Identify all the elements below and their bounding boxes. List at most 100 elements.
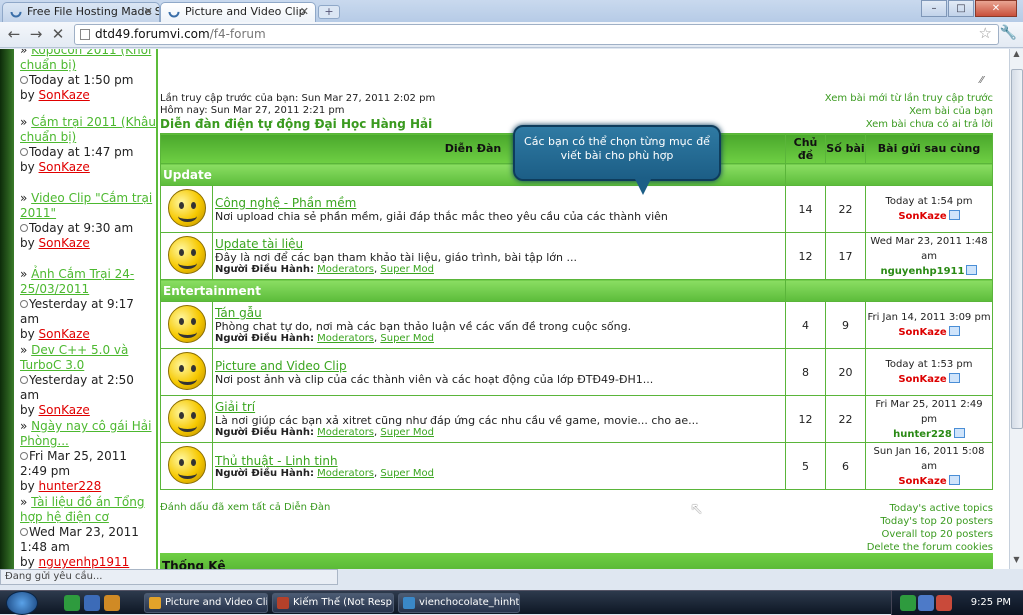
go-to-post-icon[interactable] xyxy=(948,326,960,336)
scroll-down-icon[interactable]: ▼ xyxy=(1010,555,1023,569)
header-topics: Chủ đề xyxy=(785,133,826,164)
recent-post-title[interactable]: » Video Clip "Cắm trại 2011" xyxy=(20,191,156,221)
forum-link[interactable]: Update tài liệu xyxy=(215,237,783,251)
minimize-button[interactable]: – xyxy=(921,0,947,17)
recent-post-title[interactable]: » Dev C++ 5.0 và TurboC 3.0 xyxy=(20,343,156,373)
go-to-post-icon[interactable] xyxy=(948,474,960,485)
author-link[interactable]: SonKaze xyxy=(39,88,90,102)
link-new-posts[interactable]: Xem bài mới từ lần truy cập trước xyxy=(825,93,993,104)
breadcrumb[interactable]: Diễn đàn điện tự động Đại Học Hàng Hải xyxy=(160,117,432,131)
vertical-scrollbar[interactable]: ▲ ▼ xyxy=(1009,49,1023,569)
recent-post-title[interactable]: » Ảnh Cắm Trại 24-25/03/2011 xyxy=(20,267,156,297)
clock-icon xyxy=(20,452,28,460)
author-link[interactable]: nguyenhp1911 xyxy=(39,555,130,569)
last-post-author[interactable]: SonKaze xyxy=(898,374,946,385)
bookmark-star-icon[interactable]: ☆ xyxy=(979,24,992,43)
link-unanswered[interactable]: Xem bài chưa có ai trả lời xyxy=(866,119,993,130)
go-to-post-icon[interactable] xyxy=(953,427,965,438)
recent-post-link[interactable]: Video Clip "Cắm trại 2011" xyxy=(20,191,152,220)
quicklaunch-icon[interactable] xyxy=(64,595,80,611)
taskbar-item-game[interactable]: Kiếm Thế (Not Resp... xyxy=(272,593,394,613)
tray-icon[interactable] xyxy=(918,595,934,611)
recent-post-link[interactable]: Dev C++ 5.0 và TurboC 3.0 xyxy=(20,343,128,372)
forum-description: Nơi post ảnh và clip của các thành viên … xyxy=(215,372,654,386)
recent-post-title[interactable]: » Tài liệu đồ án Tổng hợp hệ điện cơ xyxy=(20,495,156,525)
forum-status-icon xyxy=(167,304,206,343)
recent-post-link[interactable]: Ảnh Cắm Trại 24-25/03/2011 xyxy=(20,267,134,296)
recent-post-link[interactable]: Tài liệu đồ án Tổng hợp hệ điện cơ xyxy=(20,495,145,524)
category-name[interactable]: Entertainment xyxy=(160,279,786,302)
last-post-author[interactable]: SonKaze xyxy=(898,211,946,222)
forum-link[interactable]: Giải trí xyxy=(215,400,783,414)
last-post-author[interactable]: hunter228 xyxy=(893,429,952,440)
recent-post-author: by SonKaze xyxy=(20,88,156,103)
super-mod-link[interactable]: Super Mod xyxy=(380,333,434,344)
moderators-link[interactable]: Moderators xyxy=(317,264,374,275)
tab-picture-video[interactable]: Picture and Video Clip ✕ xyxy=(160,2,316,22)
back-button[interactable]: ← xyxy=(4,25,24,43)
tray-icon[interactable] xyxy=(900,595,916,611)
go-to-post-icon[interactable] xyxy=(948,210,960,220)
go-to-post-icon[interactable] xyxy=(966,264,978,275)
last-post-author[interactable]: nguyenhp1911 xyxy=(881,266,965,277)
taskbar-item-image[interactable]: vienchocolate_hinhti... xyxy=(398,593,520,613)
link-top20-today[interactable]: Today's top 20 posters xyxy=(867,515,993,528)
forum-link[interactable]: Picture and Video Clip xyxy=(215,359,783,373)
moderators-link[interactable]: Moderators xyxy=(317,427,374,438)
mark-all-read-link[interactable]: Đánh dấu đã xem tất cả Diễn Đàn xyxy=(160,502,330,513)
author-link[interactable]: SonKaze xyxy=(39,236,90,250)
quicklaunch-icon[interactable] xyxy=(104,595,120,611)
recent-post-link[interactable]: Cắm trại 2011 (Khâu chuẩn bị) xyxy=(20,115,156,144)
recent-post-title[interactable]: » Kopocon 2011 (Khởi chuẩn bị) xyxy=(20,49,156,73)
link-your-posts[interactable]: Xem bài của bạn xyxy=(909,106,993,117)
forum-status-icon xyxy=(167,235,206,274)
author-link[interactable]: hunter228 xyxy=(39,479,102,493)
taskbar-item-browser[interactable]: Picture and Video Cli... xyxy=(144,593,268,613)
recent-post-time: Fri Mar 25, 2011 2:49 pm xyxy=(20,449,156,479)
moderators-link[interactable]: Moderators xyxy=(317,333,374,344)
super-mod-link[interactable]: Super Mod xyxy=(380,427,434,438)
moderators-link[interactable]: Moderators xyxy=(317,468,374,479)
last-post-author[interactable]: SonKaze xyxy=(898,327,946,338)
tab-free-file-hosting[interactable]: Free File Hosting Made Si... ✕ xyxy=(2,2,160,22)
maximize-button[interactable]: □ xyxy=(948,0,974,17)
author-link[interactable]: SonKaze xyxy=(39,327,90,341)
last-post-author[interactable]: SonKaze xyxy=(898,476,946,487)
super-mod-link[interactable]: Super Mod xyxy=(380,468,434,479)
link-active-topics[interactable]: Today's active topics xyxy=(867,502,993,515)
close-tab-icon[interactable]: ✕ xyxy=(144,3,153,21)
wrench-icon[interactable]: 🔧 xyxy=(1000,25,1017,41)
author-link[interactable]: SonKaze xyxy=(39,403,90,417)
stats-header: Thống Kê xyxy=(160,553,993,569)
link-top20-overall[interactable]: Overall top 20 posters xyxy=(867,528,993,541)
new-tab-button[interactable]: + xyxy=(318,5,340,19)
forum-link[interactable]: Tán gẫu xyxy=(215,306,783,320)
stop-button[interactable]: ✕ xyxy=(48,25,68,43)
recent-post-title[interactable]: » Ngày nay cô gái Hải Phòng... xyxy=(20,419,156,449)
tray-icon[interactable] xyxy=(936,595,952,611)
go-to-post-icon[interactable] xyxy=(948,373,960,383)
forum-link[interactable]: Công nghệ - Phần mềm xyxy=(215,196,783,210)
scroll-up-icon[interactable]: ▲ xyxy=(1010,49,1023,63)
forum-info: Công nghệ - Phần mềm Nơi upload chia sẻ p… xyxy=(212,185,786,233)
recent-post-link[interactable]: Ngày nay cô gái Hải Phòng... xyxy=(20,419,151,448)
quicklaunch-icon[interactable] xyxy=(84,595,100,611)
topic-count: 8 xyxy=(785,348,826,396)
author-link[interactable]: SonKaze xyxy=(39,160,90,174)
recent-post-author: by SonKaze xyxy=(20,236,156,251)
close-tab-icon[interactable]: ✕ xyxy=(300,3,309,21)
super-mod-link[interactable]: Super Mod xyxy=(380,264,434,275)
scroll-thumb[interactable] xyxy=(1011,69,1023,429)
forum-link[interactable]: Thủ thuật - Linh tinh xyxy=(215,454,783,468)
recent-post-link[interactable]: Kopocon 2011 (Khởi chuẩn bị) xyxy=(20,49,151,72)
moderators-label: Người Điều Hành: xyxy=(215,333,314,344)
recent-post-title[interactable]: » Cắm trại 2011 (Khâu chuẩn bị) xyxy=(20,115,156,145)
last-post-time: Fri Jan 14, 2011 3:09 pm xyxy=(867,312,991,323)
by-label: by xyxy=(20,160,35,174)
taskbar-item-label: vienchocolate_hinhti... xyxy=(419,597,520,608)
start-button[interactable] xyxy=(6,591,38,615)
address-bar[interactable]: dtd49.forumvi.com/f4-forum ☆ xyxy=(74,24,999,45)
forward-button[interactable]: → xyxy=(26,25,46,43)
close-window-button[interactable]: ✕ xyxy=(975,0,1017,17)
resize-handle-icon[interactable]: ⁄⁄ xyxy=(980,75,983,86)
